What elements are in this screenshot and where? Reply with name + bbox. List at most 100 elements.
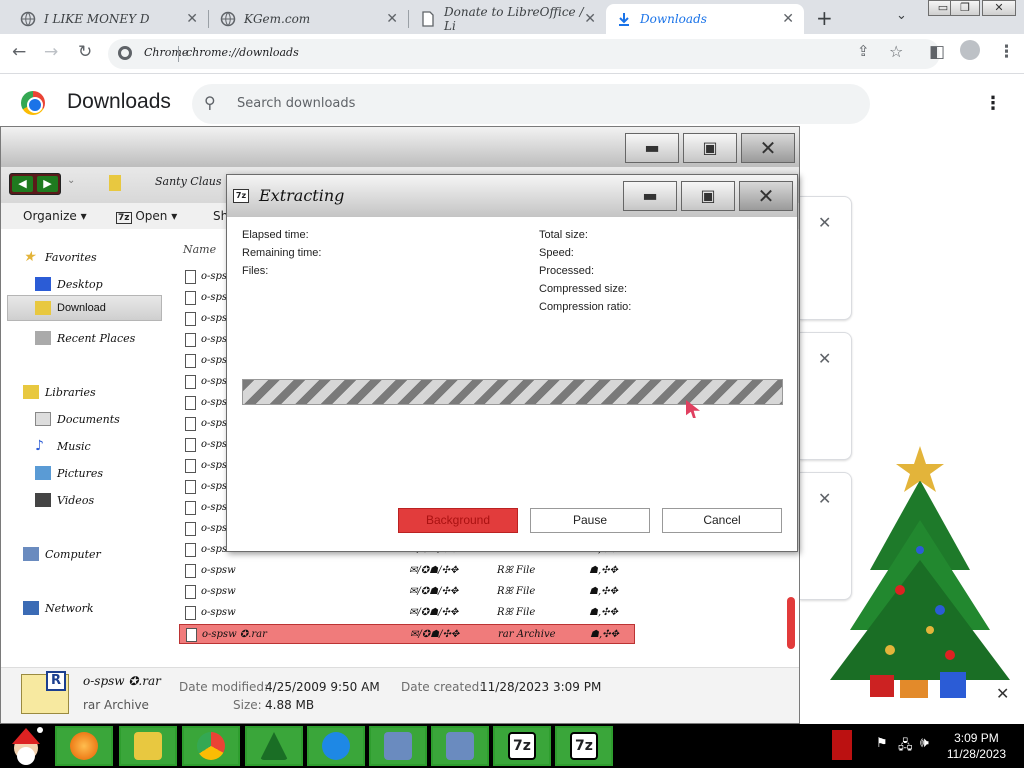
- nav-recent-places[interactable]: Recent Places: [35, 331, 135, 345]
- profile-avatar-icon[interactable]: [960, 40, 980, 60]
- file-row[interactable]: o-spsw ✉/✪☗/✣✥ Rꕤ File ☗,✣✥: [179, 603, 635, 623]
- nav-label: Music: [57, 439, 91, 453]
- forward-arrow-icon[interactable]: ▶: [37, 176, 58, 192]
- elapsed-time-label: Elapsed time:: [242, 229, 309, 241]
- tab-downloads[interactable]: Downloads ✕: [606, 4, 804, 34]
- close-window-button[interactable]: ✕: [982, 0, 1016, 16]
- action-center-icon[interactable]: ⚑: [876, 736, 888, 751]
- bookmark-star-icon[interactable]: ☆: [889, 42, 903, 61]
- close-button[interactable]: ✕: [741, 133, 795, 163]
- tab-separator: [408, 10, 409, 28]
- tab-search-chevron-icon[interactable]: ⌄: [896, 8, 907, 23]
- globe-icon: [20, 11, 36, 27]
- tab-1[interactable]: I LIKE MONEY D ✕: [10, 4, 208, 34]
- address-bar[interactable]: Chrome chrome://downloads: [108, 39, 940, 69]
- tab-title: I LIKE MONEY D: [44, 12, 150, 26]
- compressed-size-label: Compressed size:: [539, 283, 628, 295]
- rar-archive-icon: R: [21, 671, 69, 714]
- file-name: o-spsw: [201, 607, 236, 618]
- clock[interactable]: 3:09 PM 11/28/2023: [947, 730, 1006, 762]
- dialog-title: Extracting: [259, 186, 345, 205]
- nav-network[interactable]: Network: [23, 601, 94, 615]
- explorer-taskbar-button[interactable]: [119, 726, 177, 766]
- file-row[interactable]: o-spsw ✪.rar ✉/✪☗/✣✥ rar Archive ☗,✣✥: [179, 624, 635, 644]
- downloader-taskbar-button[interactable]: [307, 726, 365, 766]
- back-arrow-icon[interactable]: ←: [12, 42, 26, 62]
- nav-download[interactable]: Download: [35, 301, 106, 315]
- file-icon: [185, 585, 196, 599]
- tray-flag-icon[interactable]: [832, 730, 852, 760]
- size-value: 4.88 MB: [265, 698, 315, 712]
- background-button[interactable]: Background: [398, 508, 518, 533]
- nav-pictures[interactable]: Pictures: [35, 466, 103, 480]
- file-icon: [185, 291, 196, 305]
- nav-label: Pictures: [57, 466, 103, 480]
- chrome-taskbar-button[interactable]: [182, 726, 240, 766]
- file-icon: [185, 354, 196, 368]
- close-icon[interactable]: ✕: [996, 684, 1009, 703]
- nav-computer[interactable]: Computer: [23, 547, 101, 561]
- forward-arrow-icon[interactable]: →: [44, 42, 58, 62]
- tree-taskbar-button[interactable]: [245, 726, 303, 766]
- new-tab-button[interactable]: +: [816, 6, 833, 30]
- tab-title: Donate to LibreOffice / Li: [444, 5, 584, 33]
- chevron-down-icon[interactable]: ⌄: [67, 175, 75, 186]
- tab-3[interactable]: Donate to LibreOffice / Li ✕: [410, 4, 606, 34]
- close-icon[interactable]: ✕: [818, 213, 831, 232]
- file-row[interactable]: o-spsw ✉/✪☗/✣✥ Rꕤ File ☗,✣✥: [179, 561, 635, 581]
- more-actions-icon[interactable]: ⋮: [984, 93, 1002, 114]
- minimize-button[interactable]: ▬: [623, 181, 677, 211]
- download-card: ✕: [800, 196, 852, 320]
- file-date: ✉/✪☗/✣✥: [409, 586, 459, 597]
- open-button[interactable]: 7z Open ▾: [116, 209, 177, 224]
- maximize-button[interactable]: ▣: [681, 181, 735, 211]
- search-downloads-input[interactable]: ⚲ Search downloads: [192, 84, 870, 124]
- file-icon: [185, 438, 196, 452]
- file-row[interactable]: o-spsw ✉/✪☗/✣✥ Rꕤ File ☗,✣✥: [179, 582, 635, 602]
- nav-videos[interactable]: Videos: [35, 493, 94, 507]
- download-folder-icon: [35, 301, 51, 315]
- star-icon: ★: [23, 249, 36, 265]
- maximize-button[interactable]: ▣: [683, 133, 737, 163]
- restore-button[interactable]: ❐: [950, 0, 980, 16]
- volume-icon[interactable]: 🕪: [920, 735, 929, 751]
- firefox-icon: [70, 732, 98, 760]
- vertical-scrollbar[interactable]: [787, 597, 795, 649]
- start-santa-icon[interactable]: [4, 726, 48, 766]
- minimize-button[interactable]: ▬: [625, 133, 679, 163]
- close-icon[interactable]: ✕: [186, 11, 198, 27]
- share-icon[interactable]: ⇪: [857, 42, 870, 60]
- firefox-taskbar-button[interactable]: [55, 726, 113, 766]
- network-app-taskbar-button[interactable]: [369, 726, 427, 766]
- 7zip-taskbar-button[interactable]: 7z: [493, 726, 551, 766]
- nav-desktop[interactable]: Desktop: [35, 277, 103, 291]
- close-icon[interactable]: ✕: [386, 11, 398, 27]
- back-arrow-icon[interactable]: ◀: [12, 176, 33, 192]
- network-app-2-taskbar-button[interactable]: [431, 726, 489, 766]
- breadcrumb[interactable]: Santy Claus: [155, 175, 222, 188]
- cancel-button[interactable]: Cancel: [662, 508, 782, 533]
- documents-icon: [35, 412, 51, 426]
- tab-2[interactable]: KGem.com ✕: [210, 4, 408, 34]
- pause-button[interactable]: Pause: [530, 508, 650, 533]
- nav-documents[interactable]: Documents: [35, 412, 120, 426]
- close-button[interactable]: ✕: [739, 181, 793, 211]
- libraries-icon: [23, 385, 39, 399]
- nav-libraries[interactable]: Libraries: [23, 385, 96, 399]
- christmas-tree-icon: [260, 732, 288, 760]
- file-icon: [185, 606, 196, 620]
- nav-buttons[interactable]: ◀ ▶: [9, 173, 61, 195]
- organize-button[interactable]: Organize ▾: [23, 209, 87, 223]
- nav-favorites[interactable]: ★ Favorites: [23, 250, 97, 264]
- close-icon[interactable]: ✕: [584, 11, 596, 27]
- close-icon[interactable]: ✕: [782, 11, 794, 27]
- nav-music[interactable]: ♪ Music: [35, 439, 91, 453]
- chrome-menu-icon[interactable]: ⋮: [998, 42, 1015, 62]
- column-header-name[interactable]: Name: [183, 243, 216, 256]
- close-icon[interactable]: ✕: [818, 349, 831, 368]
- reload-icon[interactable]: ↻: [78, 42, 92, 62]
- 7zip-2-taskbar-button[interactable]: 7z: [555, 726, 613, 766]
- file-size: ☗,✣✥: [589, 565, 618, 576]
- network-icon[interactable]: 🖧: [898, 736, 913, 758]
- side-panel-icon[interactable]: ◧: [929, 42, 945, 62]
